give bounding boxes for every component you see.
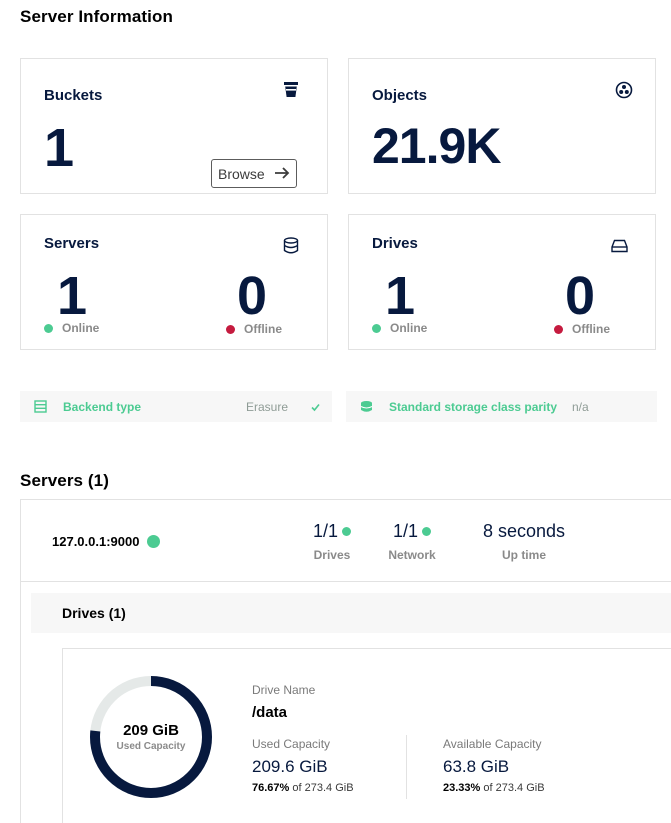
endpoint-text: 127.0.0.1:9000 — [52, 534, 140, 549]
server-status-dot-icon — [147, 535, 161, 548]
avail-of: of 273.4 GiB — [483, 782, 545, 794]
arrow-right-icon — [274, 165, 290, 181]
drives-stat-dot-icon — [342, 527, 352, 536]
objects-icon — [615, 81, 633, 99]
servers-section-title: Servers (1) — [20, 471, 109, 490]
online-dot-icon — [372, 323, 381, 333]
drive-icon — [611, 239, 629, 257]
network-stat-label: Network — [388, 548, 436, 562]
backend-icon — [34, 400, 47, 416]
servers-offline-status: Offline — [226, 322, 282, 336]
servers-title: Servers — [44, 235, 100, 252]
backend-type-label: Backend type — [63, 399, 142, 414]
used-pct: 76.67% — [252, 782, 290, 794]
objects-card: Objects 21.9K — [348, 58, 656, 194]
offline-label: Offline — [244, 322, 282, 336]
offline-dot-icon — [226, 324, 235, 334]
offline-dot-icon — [554, 324, 563, 334]
online-dot-icon — [44, 323, 53, 333]
parity-value: n/a — [572, 399, 589, 414]
buckets-count: 1 — [44, 118, 74, 178]
network-stat-value: 1/1 — [392, 521, 419, 541]
servers-online-status: Online — [44, 321, 99, 335]
donut-capacity: 209 GiB — [123, 722, 179, 739]
bucket-icon — [283, 81, 301, 99]
buckets-card: Buckets 1 Browse — [20, 58, 328, 194]
drives-online-count: 1 — [385, 266, 415, 326]
drives-offline-count: 0 — [565, 266, 595, 326]
available-capacity-value: 63.8 GiB — [443, 757, 510, 776]
servers-icon — [283, 237, 301, 255]
parity-bar: Standard storage class parity n/a — [346, 391, 657, 422]
objects-count: 21.9K — [372, 118, 501, 174]
drives-title: Drives — [372, 235, 418, 252]
parity-label: Standard storage class parity — [389, 399, 558, 414]
drive-name-label: Drive Name — [252, 683, 316, 697]
browse-button[interactable]: Browse — [211, 159, 297, 188]
donut-capacity-label: Used Capacity — [116, 741, 186, 752]
servers-card: Servers 1 Online 0 Offline — [20, 214, 328, 350]
drives-stat-label: Drives — [313, 548, 351, 562]
used-capacity-percent: 76.67% of 273.4 GiB — [252, 782, 354, 794]
available-capacity-percent: 23.33% of 273.4 GiB — [443, 782, 545, 794]
backend-type-value: Erasure — [246, 399, 289, 414]
used-capacity-label: Used Capacity — [252, 737, 331, 751]
drives-card: Drives 1 Online 0 Offline — [348, 214, 656, 350]
servers-online-count: 1 — [57, 266, 87, 326]
uptime-stat: 8 seconds Up time — [467, 521, 581, 562]
drives-stat: 1/1 Drives — [303, 521, 361, 562]
drives-stat-value: 1/1 — [312, 521, 339, 541]
online-label: Online — [62, 321, 100, 335]
servers-offline-count: 0 — [237, 266, 267, 326]
browse-label: Browse — [218, 165, 265, 182]
backend-type-bar: Backend type Erasure — [20, 391, 332, 422]
used-capacity-value: 209.6 GiB — [252, 757, 328, 776]
available-capacity-label: Available Capacity — [443, 737, 542, 751]
check-icon — [311, 401, 320, 415]
buckets-title: Buckets — [44, 87, 103, 104]
used-of: of 273.4 GiB — [292, 782, 354, 794]
uptime-label: Up time — [501, 548, 546, 562]
objects-title: Objects — [372, 87, 428, 104]
avail-pct: 23.33% — [443, 782, 481, 794]
server-endpoint: 127.0.0.1:9000 — [52, 534, 161, 549]
server-row[interactable]: 127.0.0.1:9000 1/1 Drives 1/1 Network 8 … — [21, 500, 671, 582]
drives-offline-status: Offline — [554, 322, 610, 336]
drive-card: 209 GiB Used Capacity Drive Name /data U… — [62, 648, 671, 823]
drives-online-status: Online — [372, 321, 427, 335]
offline-label: Offline — [572, 322, 610, 336]
storage-class-icon — [360, 400, 373, 416]
donut-center: 209 GiB Used Capacity — [87, 673, 215, 801]
drives-subheader: Drives (1) — [31, 593, 671, 633]
drive-name: /data — [252, 704, 288, 721]
uptime-value: 8 seconds — [482, 521, 566, 541]
server-panel: 127.0.0.1:9000 1/1 Drives 1/1 Network 8 … — [20, 499, 671, 823]
capacity-divider — [406, 735, 407, 799]
online-label: Online — [390, 321, 428, 335]
network-stat: 1/1 Network — [382, 521, 442, 562]
page-title: Server Information — [20, 7, 173, 26]
network-stat-dot-icon — [422, 527, 432, 536]
